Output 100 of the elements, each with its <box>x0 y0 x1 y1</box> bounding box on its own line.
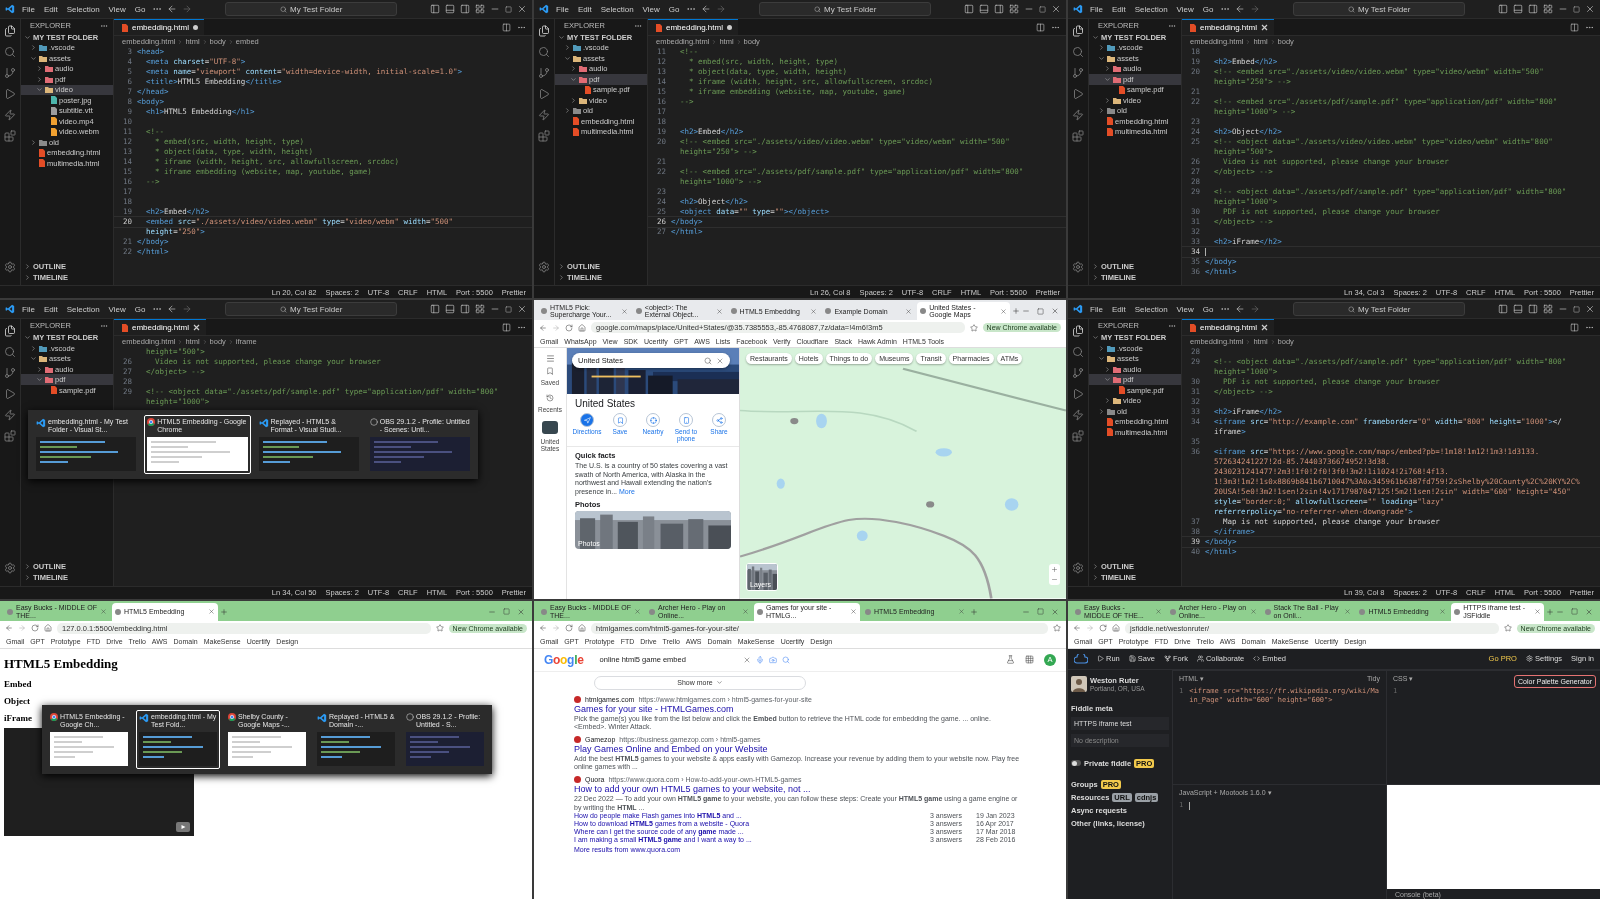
camera-icon[interactable] <box>768 655 777 664</box>
right-arrow-icon[interactable] <box>1250 304 1261 315</box>
secondary-sidebar-icon[interactable] <box>460 4 470 14</box>
extensions-icon[interactable] <box>538 130 550 142</box>
layout-icon[interactable] <box>475 304 485 315</box>
file-tab[interactable]: embedding.html <box>1182 19 1274 35</box>
secondary-sidebar-icon[interactable] <box>994 4 1004 14</box>
extensions-icon[interactable] <box>4 430 16 443</box>
menu-item[interactable]: Go <box>1200 4 1216 14</box>
files-icon[interactable] <box>4 25 16 37</box>
search-icon[interactable] <box>4 46 16 58</box>
place-thumbnail[interactable] <box>542 421 558 435</box>
close-icon[interactable] <box>1051 4 1061 14</box>
sidebar-toggle-icon[interactable] <box>1498 4 1508 14</box>
reload-icon[interactable] <box>565 624 573 633</box>
home-icon[interactable] <box>1112 624 1120 633</box>
close-icon[interactable] <box>1260 24 1268 31</box>
mic-icon[interactable] <box>755 655 764 664</box>
files-icon[interactable] <box>4 325 16 338</box>
settings-icon[interactable] <box>4 261 16 274</box>
menu-item[interactable]: File <box>20 4 37 14</box>
history-icon[interactable] <box>546 394 554 403</box>
split-editor-icon[interactable] <box>502 22 511 32</box>
lightning-icon[interactable] <box>4 409 16 422</box>
run-icon[interactable] <box>4 88 16 100</box>
new-tab-icon[interactable] <box>1012 307 1020 316</box>
menu-icon[interactable] <box>545 354 555 364</box>
search-icon[interactable] <box>781 655 790 664</box>
sidebar-toggle-icon[interactable] <box>1498 304 1508 315</box>
left-arrow-icon[interactable] <box>1235 4 1246 14</box>
flask-icon[interactable] <box>1006 655 1015 665</box>
branch-icon[interactable] <box>4 367 16 380</box>
home-icon[interactable] <box>578 323 586 332</box>
layout-icon[interactable] <box>1009 4 1019 14</box>
menu-item[interactable]: File <box>1088 304 1105 314</box>
menu-item[interactable]: Go <box>1200 304 1216 314</box>
result-link[interactable]: Play Games Online and Embed on your Website <box>574 744 1024 755</box>
close-icon[interactable] <box>517 304 527 315</box>
panel-toggle-icon[interactable] <box>1513 304 1523 315</box>
secondary-sidebar-icon[interactable] <box>1528 4 1538 14</box>
menu-item[interactable]: Selection <box>598 4 636 14</box>
cloud-logo-icon[interactable] <box>1074 653 1088 664</box>
back-icon[interactable] <box>539 323 547 332</box>
layout-icon[interactable] <box>1543 304 1553 315</box>
menu-item[interactable]: File <box>554 4 571 14</box>
search-icon[interactable] <box>1072 46 1084 58</box>
menu-item[interactable]: View <box>1174 304 1196 314</box>
reload-icon[interactable] <box>1099 624 1107 633</box>
close-icon[interactable] <box>517 4 527 14</box>
branch-icon[interactable] <box>4 67 16 79</box>
new-tab-icon[interactable] <box>1546 607 1554 616</box>
run-icon[interactable] <box>1072 88 1084 100</box>
back-icon[interactable] <box>1073 624 1081 633</box>
search-field[interactable]: My Test Folder <box>225 302 398 317</box>
menu-item[interactable]: Edit <box>1109 4 1128 14</box>
file-tab[interactable]: embedding.html <box>648 19 738 35</box>
settings-icon[interactable] <box>4 561 16 574</box>
reload-icon[interactable] <box>565 323 573 332</box>
panel-toggle-icon[interactable] <box>1513 4 1523 14</box>
close-icon[interactable] <box>1585 304 1595 315</box>
clear-icon[interactable] <box>742 655 751 664</box>
result-link[interactable]: How to add your own HTML5 games to your website, not ... <box>574 784 1024 795</box>
run-icon[interactable] <box>4 388 16 401</box>
maximize-icon[interactable] <box>1571 608 1578 616</box>
panel-toggle-icon[interactable] <box>445 4 455 14</box>
file-tab[interactable]: embedding.html <box>114 19 204 35</box>
run-icon[interactable] <box>1072 388 1084 401</box>
menu-item[interactable]: View <box>1174 4 1196 14</box>
file-tab[interactable]: embedding.html <box>114 319 206 336</box>
star-icon[interactable] <box>1503 624 1512 633</box>
right-arrow-icon[interactable] <box>182 4 193 14</box>
menu-item[interactable]: Go <box>132 304 148 314</box>
lightning-icon[interactable] <box>4 109 16 121</box>
reload-icon[interactable] <box>31 624 39 633</box>
settings-icon[interactable] <box>1072 261 1084 274</box>
back-icon[interactable] <box>539 624 547 633</box>
play-icon[interactable] <box>176 821 190 832</box>
menu-item[interactable]: Edit <box>41 4 60 14</box>
split-editor-icon[interactable] <box>502 322 511 332</box>
settings-icon[interactable] <box>1072 561 1084 574</box>
secondary-sidebar-icon[interactable] <box>1528 304 1538 315</box>
sidebar-toggle-icon[interactable] <box>430 4 440 14</box>
maximize-icon[interactable] <box>1037 307 1044 315</box>
new-tab-icon[interactable] <box>970 607 978 616</box>
menu-item[interactable]: View <box>106 304 128 314</box>
star-icon[interactable] <box>1053 624 1061 633</box>
menu-item[interactable]: Edit <box>575 4 594 14</box>
search-field[interactable]: My Test Folder <box>1293 302 1466 317</box>
branch-icon[interactable] <box>538 67 550 79</box>
search-icon[interactable] <box>538 46 550 58</box>
split-editor-icon[interactable] <box>1570 22 1579 32</box>
close-icon[interactable] <box>1585 4 1595 14</box>
star-icon[interactable] <box>969 323 978 332</box>
branch-icon[interactable] <box>1072 67 1084 79</box>
close-icon[interactable] <box>1260 324 1268 332</box>
search-field[interactable]: My Test Folder <box>225 2 398 16</box>
extensions-icon[interactable] <box>1072 130 1084 142</box>
file-tab[interactable]: embedding.html <box>1182 319 1274 336</box>
extensions-icon[interactable] <box>1072 430 1084 443</box>
extensions-icon[interactable] <box>4 130 16 142</box>
